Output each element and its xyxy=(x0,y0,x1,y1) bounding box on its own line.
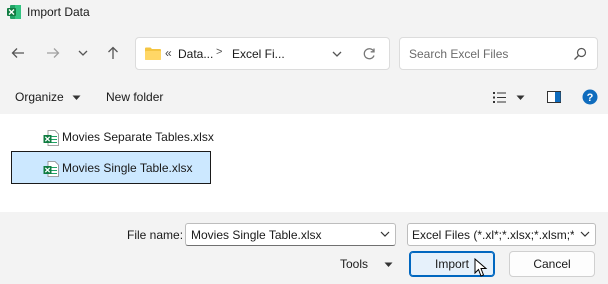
new-folder-button[interactable]: New folder xyxy=(106,90,163,104)
chevron-down-icon[interactable] xyxy=(332,51,342,58)
file-name: Movies Separate Tables.xlsx xyxy=(62,130,214,144)
file-item-movies-single-table[interactable]: Movies Single Table.xlsx xyxy=(11,151,211,184)
excel-file-icon xyxy=(43,130,59,146)
view-options-caret-icon[interactable] xyxy=(516,95,525,101)
up-button[interactable] xyxy=(102,42,124,64)
mouse-pointer-icon xyxy=(474,258,488,277)
organize-button[interactable]: Organize xyxy=(15,90,81,104)
refresh-icon[interactable] xyxy=(362,47,376,61)
search-input[interactable]: Search Excel Files xyxy=(399,37,598,70)
breadcrumb-excel-files[interactable]: Excel Fi... xyxy=(232,47,285,61)
tools-button[interactable]: Tools xyxy=(340,257,368,271)
file-item-movies-separate-tables[interactable]: Movies Separate Tables.xlsx xyxy=(11,120,214,153)
back-button[interactable] xyxy=(7,42,29,64)
file-list: Movies Separate Tables.xlsx Movies Singl… xyxy=(0,114,608,212)
caret-down-icon[interactable] xyxy=(384,262,393,268)
view-list-icon[interactable] xyxy=(493,92,506,103)
excel-app-icon xyxy=(7,5,21,19)
chevron-down-icon[interactable] xyxy=(380,231,390,238)
caret-down-icon xyxy=(72,95,81,100)
search-placeholder: Search Excel Files xyxy=(409,47,509,61)
import-label: Import xyxy=(434,257,469,271)
cancel-button[interactable]: Cancel xyxy=(509,251,595,277)
navigation-row: « Data... > Excel Fi... Search Excel Fil… xyxy=(0,30,608,78)
address-bar[interactable]: « Data... > Excel Fi... xyxy=(135,37,390,70)
file-name-label: File name: xyxy=(127,228,184,242)
recent-locations-button[interactable] xyxy=(72,42,94,64)
file-type-value: Excel Files (*.xl*;*.xlsx;*.xlsm;*.xlsb;… xyxy=(412,228,574,242)
excel-file-icon xyxy=(43,161,59,177)
preview-pane-icon[interactable] xyxy=(547,91,561,103)
file-name-field[interactable]: Movies Single Table.xlsx xyxy=(185,223,396,246)
footer-panel: File name: Movies Single Table.xlsx Exce… xyxy=(0,212,608,284)
breadcrumb-data[interactable]: Data... xyxy=(178,47,213,61)
organize-label: Organize xyxy=(15,90,64,104)
file-type-select[interactable]: Excel Files (*.xl*;*.xlsx;*.xlsm;*.xlsb;… xyxy=(407,223,596,246)
window-title: Import Data xyxy=(27,5,90,19)
chevron-down-icon xyxy=(78,50,88,56)
command-bar: Organize New folder ? xyxy=(0,84,608,112)
cancel-label: Cancel xyxy=(533,257,571,271)
help-icon[interactable]: ? xyxy=(582,89,598,105)
arrow-right-icon xyxy=(47,48,60,58)
file-name: Movies Single Table.xlsx xyxy=(62,161,193,175)
file-name-value: Movies Single Table.xlsx xyxy=(191,228,322,242)
breadcrumb-separator: > xyxy=(216,46,223,58)
chevron-down-icon xyxy=(580,231,590,237)
folder-icon xyxy=(145,47,161,60)
svg-text:?: ? xyxy=(587,92,594,104)
search-icon xyxy=(574,47,587,60)
arrow-up-icon xyxy=(108,46,118,59)
address-overflow-chevron[interactable]: « xyxy=(165,46,172,60)
forward-button[interactable] xyxy=(42,42,64,64)
arrow-left-icon xyxy=(11,48,24,58)
title-bar: Import Data xyxy=(0,0,608,26)
